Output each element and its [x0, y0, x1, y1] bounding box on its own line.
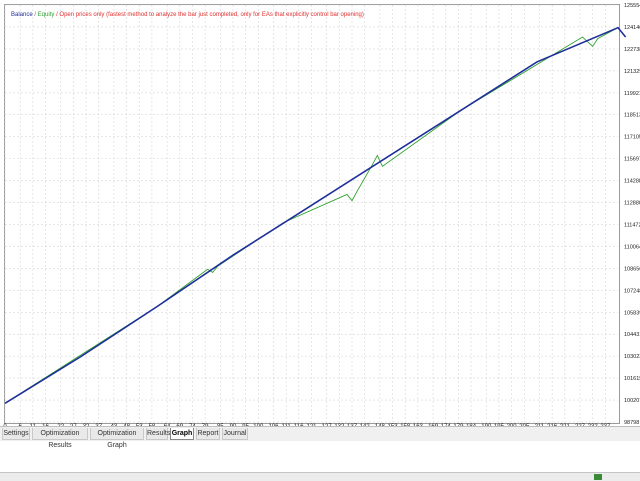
tab-settings[interactable]: Settings	[2, 428, 30, 440]
tab-journal[interactable]: Journal	[222, 428, 248, 440]
y-tick-label: 121329	[624, 69, 640, 75]
y-tick-label: 107248	[624, 288, 640, 294]
y-tick-label: 118513	[624, 113, 640, 119]
tab-optimization-results[interactable]: Optimization Results	[32, 428, 88, 449]
series-line-balance	[4, 26, 627, 404]
y-tick-label: 114288	[624, 179, 640, 185]
y-tick-label: 117105	[624, 135, 640, 141]
y-tick-label: 110064	[624, 244, 640, 250]
tab-results[interactable]: Results	[146, 428, 170, 440]
tab-report[interactable]: Report	[196, 428, 220, 440]
status-indicator	[594, 474, 602, 480]
y-tick-label: 108656	[624, 266, 640, 272]
tab-graph[interactable]: Graph	[170, 428, 194, 440]
legend-equity: Equity	[37, 12, 55, 18]
y-tick-label: 125554	[624, 3, 640, 9]
balance-equity-chart: 0611162227323743485358646974798590951001…	[3, 3, 640, 430]
y-tick-label: 124146	[624, 25, 640, 31]
y-tick-label: 122738	[624, 47, 640, 53]
y-tick-label: 112880	[624, 201, 640, 207]
chart-legend: Balance / Equity / Open prices only (fas…	[11, 11, 364, 19]
y-tick-label: 115697	[624, 157, 640, 163]
legend-balance: Balance	[11, 12, 33, 18]
y-tick-label: 101615	[624, 376, 640, 382]
y-tick-label: 105839	[624, 310, 640, 316]
legend-separator: /	[34, 12, 37, 18]
y-tick-label: 111472	[624, 222, 640, 228]
y-tick-label: 100207	[624, 398, 640, 404]
tester-tab-bar: Settings Optimization Results Optimization…	[0, 426, 640, 449]
y-tick-label: 103023	[624, 354, 640, 360]
y-tick-label: 104431	[624, 332, 640, 338]
y-tick-label: 119921	[624, 91, 640, 97]
legend-model-note: / Open prices only (fastest method to an…	[56, 12, 364, 18]
tab-optimization-graph[interactable]: Optimization Graph	[90, 428, 144, 449]
